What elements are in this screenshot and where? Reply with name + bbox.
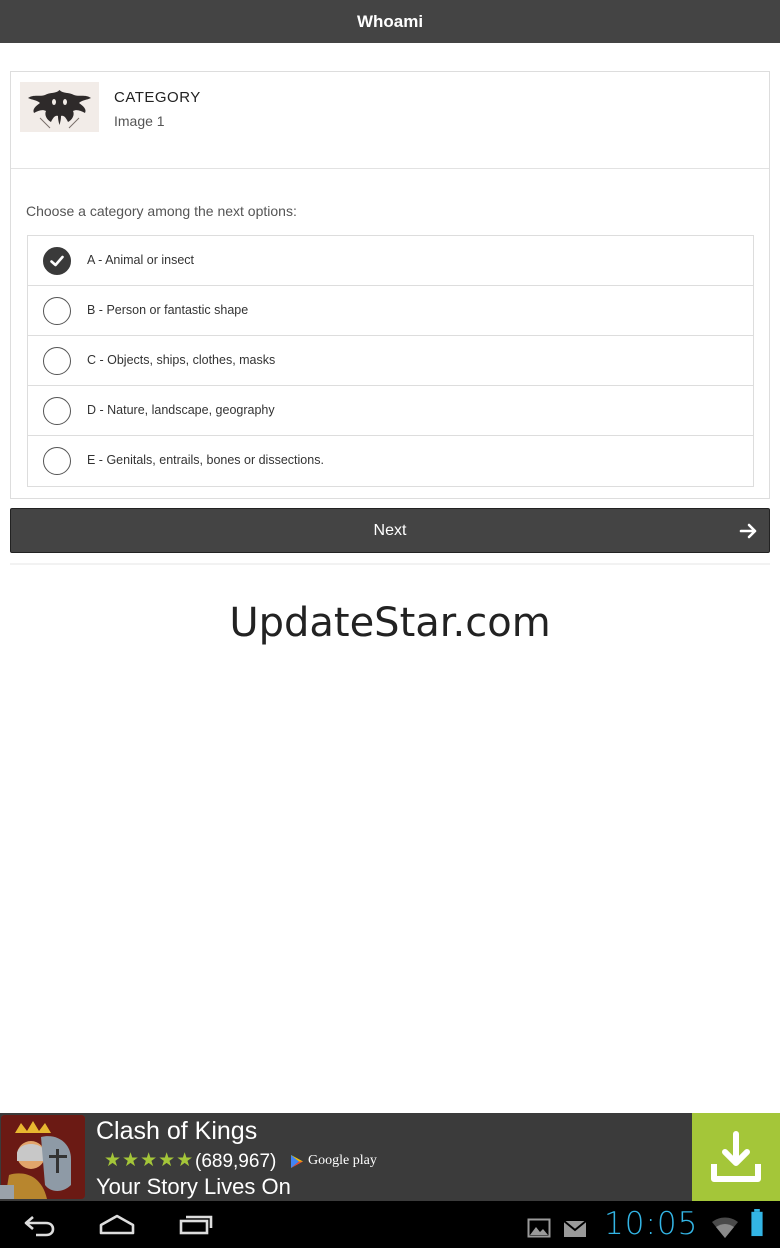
option-label: C - Objects, ships, clothes, masks xyxy=(87,353,276,367)
next-button-label: Next xyxy=(373,521,407,539)
app-screen: Whoami CATEGORY Image 1 Choose a categor… xyxy=(0,0,780,1248)
question-card: CATEGORY Image 1 Choose a category among… xyxy=(10,71,770,499)
app-title: Whoami xyxy=(356,11,424,31)
option-d[interactable]: D - Nature, landscape, geography xyxy=(28,386,753,436)
review-count: (689,967) xyxy=(195,1151,277,1172)
back-icon[interactable] xyxy=(22,1211,56,1239)
battery-icon xyxy=(751,1209,763,1237)
option-label: D - Nature, landscape, geography xyxy=(87,403,275,417)
watermark-text: UpdateStar.com xyxy=(229,600,551,646)
wifi-icon xyxy=(712,1217,738,1238)
ad-info-icon[interactable] xyxy=(0,1185,14,1199)
gallery-icon xyxy=(527,1218,551,1238)
option-c[interactable]: C - Objects, ships, clothes, masks xyxy=(28,336,753,386)
option-label: E - Genitals, entrails, bones or dissect… xyxy=(87,453,324,467)
category-subtitle: Image 1 xyxy=(114,113,165,129)
option-a[interactable]: A - Animal or insect xyxy=(28,236,753,286)
download-icon xyxy=(711,1131,761,1182)
title-bar: Whoami xyxy=(0,0,780,43)
checked-radio-icon[interactable] xyxy=(43,247,71,275)
google-play-icon xyxy=(291,1154,303,1168)
inkblot-image xyxy=(20,82,99,132)
gmail-icon xyxy=(563,1220,587,1237)
next-button[interactable]: Next xyxy=(10,508,770,553)
store-name: Google play xyxy=(308,1153,377,1168)
system-navbar: 10:05 xyxy=(0,1201,780,1248)
checkmark-icon xyxy=(50,255,64,267)
google-play-badge: Google play xyxy=(290,1153,377,1169)
category-title: CATEGORY xyxy=(114,89,201,106)
card-header: CATEGORY Image 1 xyxy=(11,72,769,169)
radio-icon[interactable] xyxy=(43,347,71,375)
options-list: A - Animal or insect B - Person or fanta… xyxy=(27,235,754,487)
download-button[interactable] xyxy=(692,1113,780,1201)
arrow-right-icon xyxy=(739,523,757,539)
option-label: B - Person or fantastic shape xyxy=(87,303,249,317)
radio-icon[interactable] xyxy=(43,297,71,325)
option-label: A - Animal or insect xyxy=(87,253,194,267)
radio-icon[interactable] xyxy=(43,447,71,475)
divider xyxy=(10,563,770,565)
ad-tagline: Your Story Lives On xyxy=(96,1174,291,1199)
home-icon[interactable] xyxy=(98,1211,136,1239)
option-b[interactable]: B - Person or fantastic shape xyxy=(28,286,753,336)
option-e[interactable]: E - Genitals, entrails, bones or dissect… xyxy=(28,436,753,486)
status-clock: 10:05 xyxy=(604,1206,699,1242)
inkblot-thumbnail xyxy=(20,82,99,132)
ad-title: Clash of Kings xyxy=(96,1117,258,1145)
question-prompt: Choose a category among the next options… xyxy=(26,203,297,219)
recent-apps-icon[interactable] xyxy=(178,1211,214,1239)
ad-banner[interactable]: Clash of Kings ★★★★★ (689,967) Google pl… xyxy=(0,1113,780,1201)
radio-icon[interactable] xyxy=(43,397,71,425)
rating-stars-icon: ★★★★★ xyxy=(104,1150,195,1171)
